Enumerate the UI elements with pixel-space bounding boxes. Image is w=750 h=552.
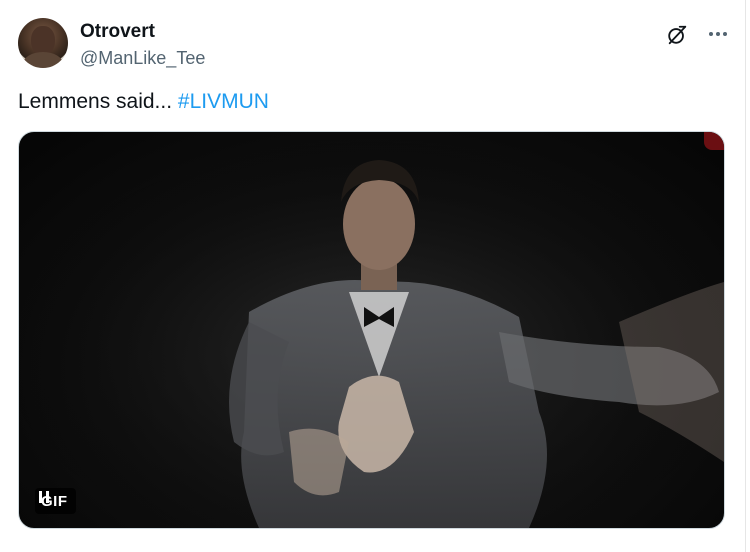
more-icon[interactable]: [706, 22, 730, 46]
gif-frame: [19, 132, 724, 528]
grok-icon[interactable]: [666, 24, 688, 46]
gif-controls[interactable]: GIF: [35, 488, 76, 514]
avatar-body: [23, 52, 63, 68]
pause-icon[interactable]: [35, 488, 53, 506]
hashtag-link[interactable]: #LIVMUN: [178, 90, 269, 113]
tweet-text: Lemmens said... #LIVMUN: [18, 88, 269, 116]
avatar[interactable]: [18, 18, 68, 68]
broadcaster-logo: [704, 132, 724, 150]
author-names: Otrovert @ManLike_Tee: [80, 20, 205, 70]
gif-media[interactable]: GIF: [18, 131, 725, 529]
timeline-divider: [745, 0, 746, 552]
tweet-body: Lemmens said...: [18, 90, 173, 113]
author-display-name[interactable]: Otrovert: [80, 20, 205, 44]
tweet-header: Otrovert @ManLike_Tee: [18, 16, 730, 72]
author-handle[interactable]: @ManLike_Tee: [80, 46, 205, 70]
